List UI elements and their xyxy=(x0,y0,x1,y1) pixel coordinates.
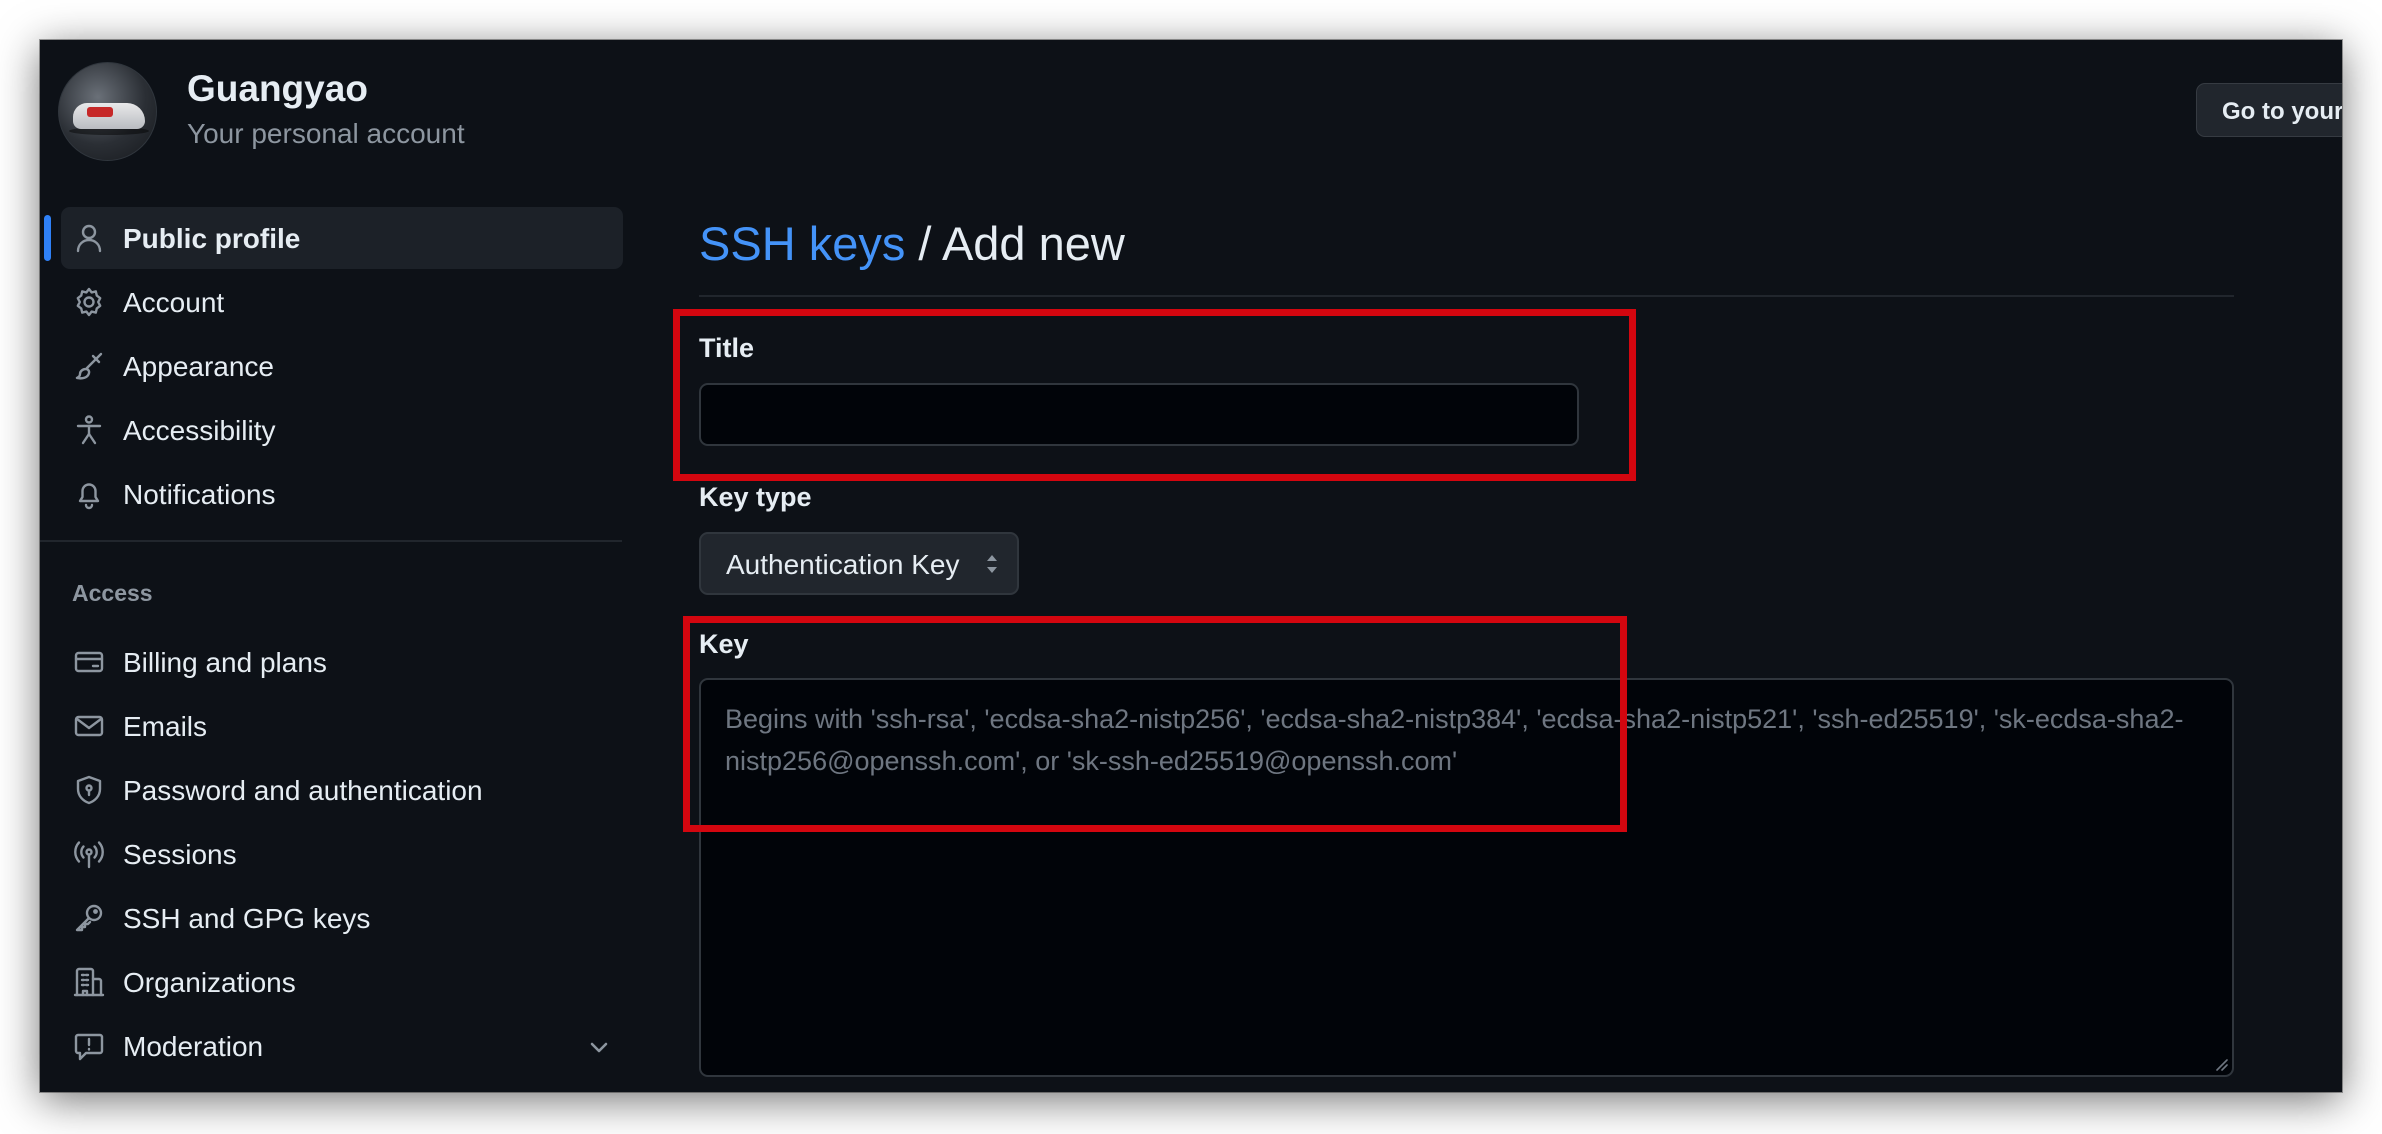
sidebar-item-account[interactable]: Account xyxy=(61,271,623,333)
chevron-down-icon[interactable] xyxy=(587,1035,611,1059)
sidebar-item-label: Notifications xyxy=(123,479,276,510)
shield-lock-icon xyxy=(73,774,105,806)
sidebar-item-emails[interactable]: Emails xyxy=(61,695,623,757)
select-caret-icon xyxy=(983,552,1001,576)
sidebar-section-access: Access xyxy=(72,580,153,606)
sidebar-item-public-profile[interactable]: Public profile xyxy=(61,207,623,269)
breadcrumb-current: Add new xyxy=(941,217,1125,270)
mail-icon xyxy=(73,710,105,742)
sidebar-item-label: Public profile xyxy=(123,223,301,254)
breadcrumb: SSH keys / Add new xyxy=(699,216,1125,271)
sidebar-item-label: Account xyxy=(123,287,225,318)
credit-card-icon xyxy=(73,646,105,678)
sidebar-item-label: Password and authentication xyxy=(123,775,483,806)
organization-icon xyxy=(73,966,105,998)
avatar[interactable] xyxy=(58,62,157,161)
person-icon xyxy=(73,222,105,254)
sidebar-item-label: Billing and plans xyxy=(123,647,327,678)
breadcrumb-separator: / xyxy=(905,217,942,270)
breadcrumb-ssh-keys-link[interactable]: SSH keys xyxy=(699,217,905,270)
paintbrush-icon xyxy=(73,350,105,382)
sidebar-item-moderation[interactable]: Moderation xyxy=(61,1015,623,1077)
key-field-label: Key xyxy=(699,629,749,659)
sidebar-item-accessibility[interactable]: Accessibility xyxy=(61,399,623,461)
go-to-profile-button[interactable]: Go to your xyxy=(2196,83,2342,137)
sidebar-item-label: Emails xyxy=(123,711,208,742)
avatar-car-stripe xyxy=(87,107,113,117)
report-icon xyxy=(73,1030,105,1062)
sidebar-item-notifications[interactable]: Notifications xyxy=(61,463,623,525)
sidebar-item-label: Accessibility xyxy=(123,415,276,446)
sidebar-item-label: Organizations xyxy=(123,967,296,998)
title-field-label: Title xyxy=(699,333,755,363)
sidebar-item-label: SSH and GPG keys xyxy=(123,903,371,934)
sidebar-item-appearance[interactable]: Appearance xyxy=(61,335,623,397)
key-textarea[interactable]: Begins with 'ssh-rsa', 'ecdsa-sha2-nistp… xyxy=(699,678,2234,1077)
active-nav-indicator xyxy=(44,215,51,261)
sidebar-item-label: Sessions xyxy=(123,839,237,870)
title-input[interactable] xyxy=(699,383,1579,446)
key-textarea-placeholder: Begins with 'ssh-rsa', 'ecdsa-sha2-nistp… xyxy=(725,704,2184,776)
bell-icon xyxy=(73,478,105,510)
sidebar-item-password-authentication[interactable]: Password and authentication xyxy=(61,759,623,821)
accessibility-icon xyxy=(73,414,105,446)
sidebar-item-organizations[interactable]: Organizations xyxy=(61,951,623,1013)
heading-divider xyxy=(699,295,2234,297)
user-subtitle: Your personal account xyxy=(187,118,465,149)
settings-window: Guangyao Your personal account Go to you… xyxy=(40,40,2342,1092)
sidebar-item-label: Moderation xyxy=(123,1031,264,1062)
key-type-label: Key type xyxy=(699,482,812,512)
key-type-select[interactable]: Authentication Key xyxy=(699,532,1019,595)
sidebar-item-ssh-gpg-keys[interactable]: SSH and GPG keys xyxy=(61,887,623,949)
gear-icon xyxy=(73,286,105,318)
user-name: Guangyao xyxy=(187,68,368,109)
sidebar-item-label: Appearance xyxy=(123,351,275,382)
key-icon xyxy=(73,902,105,934)
sidebar-item-sessions[interactable]: Sessions xyxy=(61,823,623,885)
key-type-selected-value: Authentication Key xyxy=(726,549,960,580)
resize-grip-icon[interactable] xyxy=(2212,1055,2228,1071)
broadcast-icon xyxy=(73,838,105,870)
sidebar-divider xyxy=(40,540,622,542)
sidebar-item-billing[interactable]: Billing and plans xyxy=(61,631,623,693)
